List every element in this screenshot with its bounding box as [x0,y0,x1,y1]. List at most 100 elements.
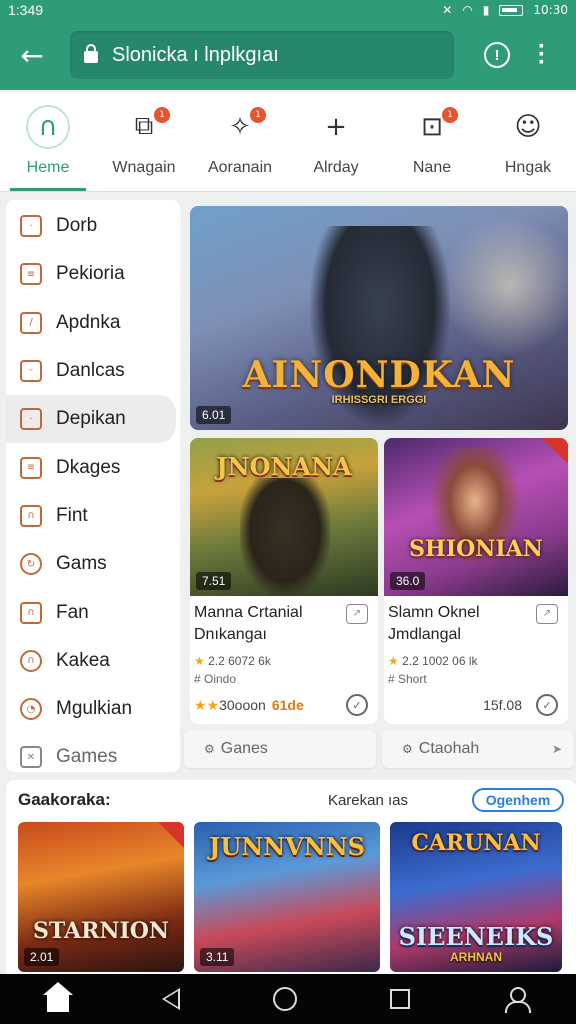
gallery-tile[interactable]: JUNNVNNS 3.11 [194,822,380,972]
sidebar-item-label: Fan [56,601,89,623]
url-text: Slonicka ı lnplkgıaı [112,43,279,66]
sidebar-item-label: Fint [56,504,88,526]
thumbnail-title: SHIONIAN [409,536,543,562]
recents-square-icon[interactable] [390,989,411,1009]
game-card[interactable]: SHIONIAN 36.0 Slamn Oknel Jmdlangal ↗ ★ … [384,438,568,724]
sidebar-item-depikan[interactable]: · Depikan [6,395,176,444]
tab-nane[interactable]: ⊡ 1 Nane [384,92,480,191]
box-icon: · [20,408,42,431]
gallery-tile[interactable]: STARNION 2.01 [18,822,184,972]
sidebar-item-dkages[interactable]: ≡ Dkages [6,443,180,491]
battery-icon [499,4,524,16]
chip-row: ⚙ Ganes ⚙ Ctaohah ➤ [184,730,574,768]
sidebar-item-apdnka[interactable]: / Apdnka [6,299,180,347]
game-rating: ★ 2.2 6072 6k [194,654,271,668]
lock-icon: ∩ [20,504,42,527]
target-icon: ◔ [20,698,42,721]
chip-ctaohah[interactable]: ⚙ Ctaohah ➤ [382,730,574,768]
sidebar-item-label: Games [56,746,118,768]
corner-flag [542,438,568,464]
rating-stars: ★★ [194,696,220,713]
sidebar-item-danlcas[interactable]: ᵕ Danlcas [6,347,180,395]
pencil-icon: / [20,311,42,334]
tab-label: Nane [412,158,452,176]
download-icon[interactable]: ✓ [536,694,558,716]
back-arrow-icon[interactable]: ← [12,35,52,75]
square-icon: · [20,215,42,238]
tile-subtitle: ARHNAN [450,950,502,964]
sidebar-item-label: Apdnka [56,311,121,333]
info-icon[interactable]: ! [484,42,510,68]
game-thumbnail: SHIONIAN 36.0 [384,438,568,596]
download-icon[interactable]: ✓ [346,694,368,716]
url-bar[interactable]: Slonicka ı lnplkgıaı [70,31,454,79]
game-meta: # Oindo [194,672,237,686]
sidebar-item-games[interactable]: ✕ Games [6,733,180,781]
lock-icon [84,44,98,63]
star-icon: ✧ 1 [220,106,266,147]
gallery-section: Gaakoraka: Karekan ıas Ogenhem STARNION … [6,780,576,974]
chip-games[interactable]: ⚙ Ganes [184,730,376,768]
tab-label: Heme [26,158,70,176]
sidebar-item-pekioria[interactable]: ≡ Pekioria [6,250,180,298]
gallery-tile[interactable]: CARUNAN SIEENEIKS ARHNAN [390,822,562,972]
hero-glow [440,216,568,356]
pages-icon: ⧉ 1 [124,106,170,147]
sidebar-item-mgulkian[interactable]: ◔ Mgulkian [6,685,180,733]
game-rating: ★ 2.2 1002 06 lk [388,654,478,668]
tab-alrday[interactable]: + Alrday [288,92,384,191]
share-icon[interactable]: ↗ [536,604,558,624]
hero-title: AINONDKAN [242,354,516,396]
thumbnail-tag: 7.51 [196,572,232,590]
person-icon: ∩ [20,649,42,672]
sidebar-item-gams[interactable]: ↻ Gams [6,540,180,588]
game-thumbnail: JNONANA 7.51 [190,438,378,596]
status-icons: ✕ ◠ ▮ 10:30 [442,3,568,17]
sidebar-item-label: Mgulkian [56,698,133,720]
back-triangle-icon[interactable] [161,988,180,1010]
star-icon: ★ [194,654,205,668]
sidebar-item-kakea[interactable]: ∩ Kakea [6,637,180,685]
tile-title: CARUNAN [411,830,541,856]
mute-icon: ✕ [442,3,453,17]
gallery-title: Gaakoraka: [18,790,111,809]
tab-label: Hngak [504,158,552,176]
tab-aoranain[interactable]: ✧ 1 Aoranain [192,92,288,191]
hero-tag: 6.01 [196,406,232,424]
tile-title: STARNION [32,918,170,944]
thumbnail-tag: 36.0 [390,572,426,590]
tab-label: Wnagain [112,158,176,176]
gallery-subtitle[interactable]: Karekan ıas [328,792,408,809]
notification-badge: 1 [250,106,266,123]
notification-badge: 1 [154,106,170,123]
tab-bar: ∩ Heme ⧉ 1 Wnagain ✧ 1 Aoranain + Alrday ⊡… [0,92,576,192]
tab-hngak[interactable]: ☺ Hngak [480,92,576,191]
tab-wnagain[interactable]: ⧉ 1 Wnagain [96,92,192,191]
game-card[interactable]: JNONANA 7.51 Manna Crtanial Dnıkangaı ↗ … [190,438,378,724]
sidebar-item-label: Danlcas [56,360,125,382]
tools-icon: ✕ [20,746,42,769]
share-icon[interactable]: ↗ [346,604,368,624]
sidebar-item-fan[interactable]: ∩ Fan [6,588,180,636]
home-icon[interactable] [42,982,73,1012]
hero-subtitle: IRHISSGRI ERGGI [331,394,427,406]
sidebar-item-label: Dkages [56,456,121,478]
app-bar: ← Slonicka ı lnplkgıaı ! · · · [0,20,576,90]
sidebar-item-label: Dorb [56,215,98,237]
signal-icon: ▮ [482,3,490,17]
gallery-open-button[interactable]: Ogenhem [472,788,564,812]
tab-home[interactable]: ∩ Heme [0,92,96,191]
sidebar-item-fint[interactable]: ∩ Fint [6,492,180,540]
home-circle-icon[interactable] [272,987,297,1011]
profile-icon[interactable] [503,985,532,1013]
sidebar-item-label: Kakea [56,649,110,671]
gallery-header: Gaakoraka: Karekan ıas Ogenhem [6,780,576,820]
hero-banner[interactable]: AINONDKAN IRHISSGRI ERGGI 6.01 [190,206,568,430]
sidebar-item-dorb[interactable]: · Dorb [6,202,180,250]
tile-tag: 2.01 [24,948,60,966]
sidebar-item-label: Pekioria [56,263,125,285]
stack-icon: ≡ [20,456,42,479]
person-icon: ☺ [514,111,542,142]
more-vert-icon[interactable]: · · · [538,35,546,75]
tab-label: Aoranain [207,158,273,176]
